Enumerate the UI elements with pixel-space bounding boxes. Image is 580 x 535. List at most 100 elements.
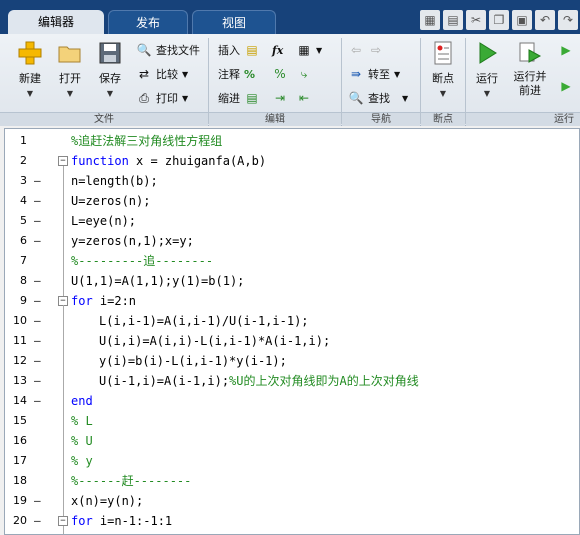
save-button[interactable]: 保存 ▼ <box>85 40 135 98</box>
insert-button[interactable]: 插入 ▤ <box>218 40 260 60</box>
find-files-button[interactable]: 🔍 查找文件 <box>136 40 200 60</box>
code-line[interactable]: 5 — L=eye(n); <box>5 211 579 231</box>
executable-line-marker[interactable]: — <box>34 311 41 331</box>
line-number: 18 <box>13 474 27 487</box>
find-button[interactable]: 🔍 查找 ▼ <box>348 88 409 108</box>
breakpoints-button[interactable]: 断点 ▼ <box>418 40 468 98</box>
executable-line-marker[interactable]: — <box>34 291 41 311</box>
new-label: 新建 <box>19 72 41 85</box>
keyword-token: function <box>71 154 129 168</box>
code-line[interactable]: 11 — U(i,i)=A(i,i)-L(i,i-1)*A(i-1,i); <box>5 331 579 351</box>
code-token: U(i,i)=A(i,i)-L(i,i-1)*A(i-1,i); <box>99 334 331 348</box>
code-line[interactable]: 2 − function x = zhuiganfa(A,b) <box>5 151 579 171</box>
code-line[interactable]: 6 — y=zeros(n,1);x=y; <box>5 231 579 251</box>
copy-icon[interactable]: ❐ <box>489 10 509 30</box>
executable-line-marker[interactable]: — <box>34 231 41 251</box>
executable-line-marker[interactable]: — <box>34 191 41 211</box>
code-line[interactable]: 13 — U(i-1,i)=A(i-1,i);%U的上次对角线即为A的上次对角线 <box>5 371 579 391</box>
code-line[interactable]: 7 %---------追-------- <box>5 251 579 271</box>
new-plus-icon <box>18 41 42 65</box>
code-line[interactable]: 9— − for i=2:n <box>5 291 579 311</box>
line-number: 8 <box>20 274 27 287</box>
run-and-advance-button[interactable]: 运行并 前进 <box>506 40 554 98</box>
smart-indent-button[interactable]: ▦ ▼ <box>296 40 322 60</box>
code-line[interactable]: 1 %追赶法解三对角线性方程组 <box>5 131 579 151</box>
wrap-comments-button[interactable]: ⤷ <box>296 64 312 84</box>
code-text: %------赶-------- <box>71 471 191 491</box>
code-token: U(i-1,i)=A(i-1,i); <box>99 374 230 388</box>
save-icon[interactable]: ▤ <box>443 10 463 30</box>
code-token: i=2:n <box>92 294 137 308</box>
print-button[interactable]: ⎙ 打印 ▼ <box>136 88 188 108</box>
line-number: 5 <box>20 214 27 227</box>
run-section-button[interactable]: ▶ <box>558 40 574 60</box>
run-button[interactable]: 运行 ▼ <box>462 40 512 98</box>
executable-line-marker[interactable]: — <box>34 271 41 291</box>
executable-line-marker[interactable]: — <box>34 331 41 351</box>
run-label: 运行 <box>476 72 498 85</box>
executable-line-marker[interactable]: — <box>34 391 41 411</box>
open-label: 打开 <box>59 72 81 85</box>
comment-token: % y <box>71 454 93 468</box>
code-line[interactable]: 4 — U=zeros(n); <box>5 191 579 211</box>
code-line[interactable]: 20 — − for i=n-1:-1:1 <box>5 511 579 531</box>
code-line[interactable]: 8 — U(1,1)=A(1,1);y(1)=b(1); <box>5 271 579 291</box>
code-text: function x = zhuiganfa(A,b) <box>71 151 266 171</box>
line-number: 16 <box>13 434 27 447</box>
decrease-indent-button[interactable]: ⇤ <box>296 88 312 108</box>
paste-icon[interactable]: ▣ <box>512 10 532 30</box>
fold-toggle-icon[interactable]: − <box>58 516 68 526</box>
layout-icon[interactable]: ▦ <box>420 10 440 30</box>
code-line[interactable]: 10 — L(i,i-1)=A(i,i-1)/U(i-1,i-1); <box>5 311 579 331</box>
back-forward-buttons[interactable]: ⇦ ⇨ <box>348 40 384 60</box>
tab-publish[interactable]: 发布 <box>108 10 188 34</box>
fold-toggle-icon[interactable]: − <box>58 156 68 166</box>
cut-icon[interactable]: ✂ <box>466 10 486 30</box>
executable-line-marker[interactable]: — <box>34 211 41 231</box>
line-number: 14 <box>13 394 27 407</box>
fx-button[interactable]: fx <box>272 40 283 60</box>
goto-button[interactable]: ⇛ 转至 ▼ <box>348 64 400 84</box>
find-label: 查找 <box>368 92 390 105</box>
code-line[interactable]: 19 — x(n)=y(n); <box>5 491 579 511</box>
code-text: y=zeros(n,1);x=y; <box>71 231 194 251</box>
code-editor[interactable]: 1 %追赶法解三对角线性方程组 2− function x = zhuiganfa(A… <box>4 128 580 535</box>
code-text: %---------追-------- <box>71 251 213 271</box>
run-section-label: 运行 <box>466 112 580 126</box>
comment-percent-icon: % <box>244 67 256 81</box>
code-folding-line <box>63 305 64 401</box>
indent-button[interactable]: 缩进 ▤ <box>218 88 260 108</box>
code-token: x(n)=y(n); <box>71 494 144 508</box>
code-line[interactable]: 12 — y(i)=b(i)-L(i,i-1)*y(i-1); <box>5 351 579 371</box>
undo-icon[interactable]: ↶ <box>535 10 555 30</box>
code-line[interactable]: 15 % L <box>5 411 579 431</box>
redo-icon[interactable]: ↷ <box>558 10 578 30</box>
magnifier-icon: 🔍 <box>348 91 364 105</box>
comment-button[interactable]: 注释 % <box>218 64 255 84</box>
breakpoints-icon <box>434 41 452 65</box>
executable-line-marker[interactable]: — <box>34 351 41 371</box>
tab-view[interactable]: 视图 <box>192 10 276 34</box>
uncomment-button[interactable]: % <box>272 64 288 84</box>
compare-icon: ⇄ <box>138 67 150 81</box>
executable-line-marker[interactable]: — <box>34 171 41 191</box>
executable-line-marker[interactable]: — <box>34 491 41 511</box>
advance-button[interactable]: ▶ <box>558 76 574 96</box>
executable-line-marker[interactable]: — <box>34 371 41 391</box>
executable-line-marker[interactable]: — <box>34 511 41 531</box>
code-line[interactable]: 16 % U <box>5 431 579 451</box>
compare-button[interactable]: ⇄ 比较 ▼ <box>136 64 188 84</box>
code-line[interactable]: 14 — end <box>5 391 579 411</box>
code-token: L=eye(n); <box>71 214 137 228</box>
code-line[interactable]: 17 % y <box>5 451 579 471</box>
code-token: U(1,1)=A(1,1);y(1)=b(1); <box>71 274 245 288</box>
code-line[interactable]: 3 — n=length(b); <box>5 171 579 191</box>
increase-indent-button[interactable]: ⇥ <box>272 88 288 108</box>
code-line[interactable]: 18 %------赶-------- <box>5 471 579 491</box>
keyword-token: end <box>71 394 93 408</box>
tab-editor[interactable]: 编辑器 <box>8 10 104 34</box>
code-token: L(i,i-1)=A(i,i-1)/U(i-1,i-1); <box>99 314 309 328</box>
edit-section-label: 编辑 <box>209 112 341 126</box>
chevron-down-icon: ▼ <box>439 89 447 98</box>
comment-label: 注释 <box>218 68 240 81</box>
